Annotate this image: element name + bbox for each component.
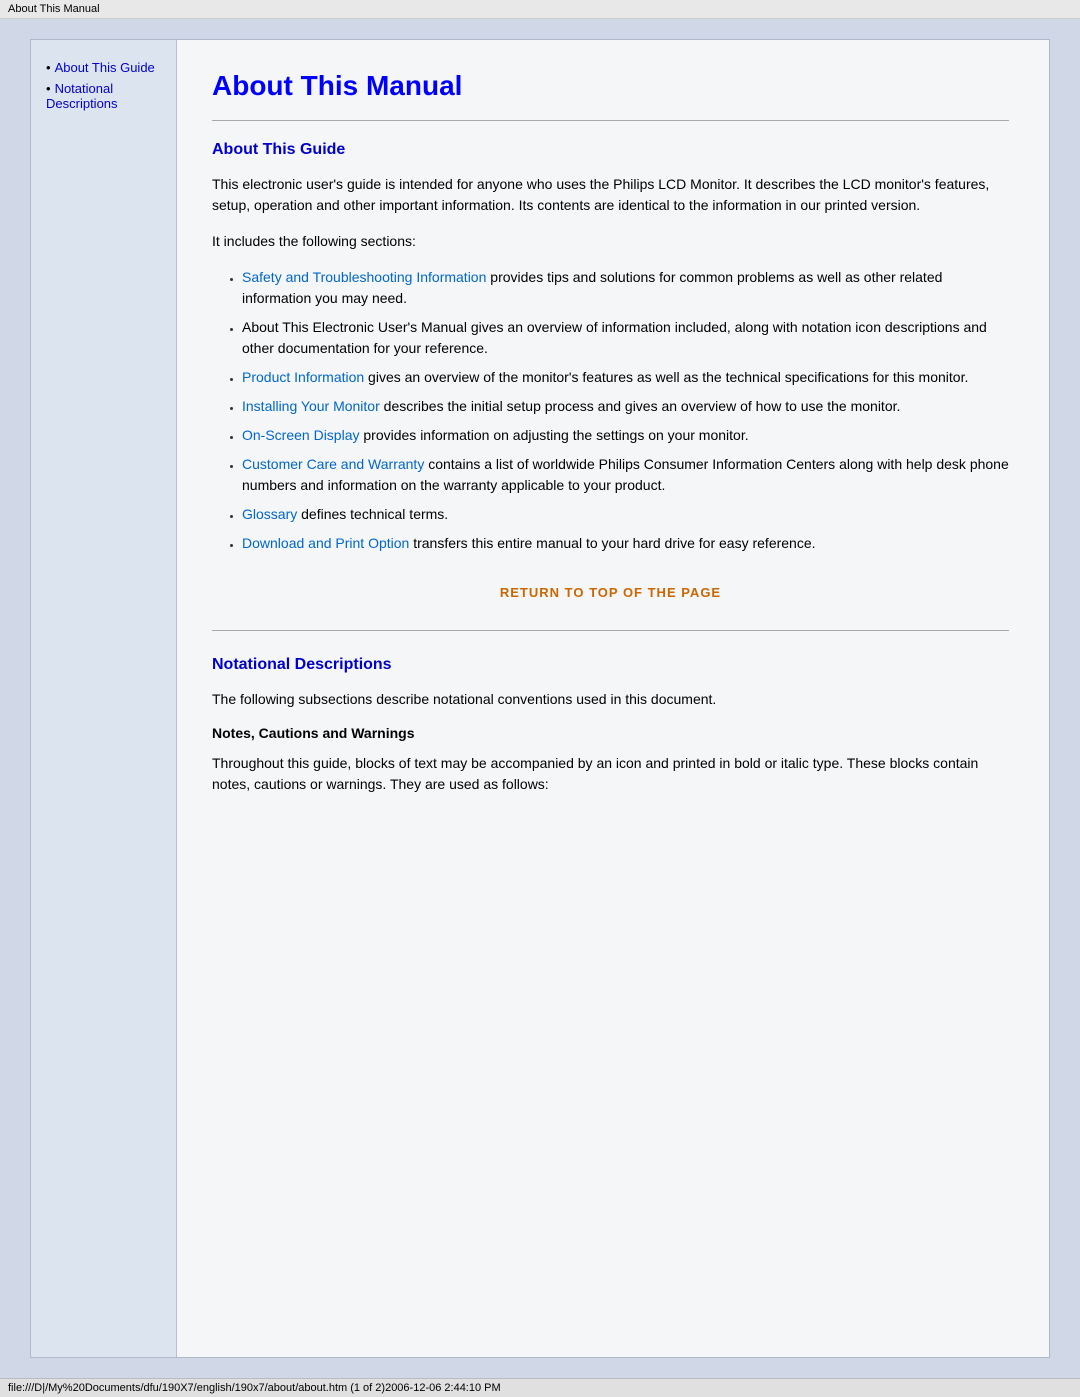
product-info-link[interactable]: Product Information [242,369,364,385]
about-guide-intro: This electronic user's guide is intended… [212,174,1009,216]
list-item: Safety and Troubleshooting Information p… [242,267,1009,309]
download-link[interactable]: Download and Print Option [242,535,409,551]
sidebar-link-notational[interactable]: Notational Descriptions [46,81,118,111]
list-item: Product Information gives an overview of… [242,367,1009,388]
list-item: Customer Care and Warranty contains a li… [242,454,1009,496]
list-item: Glossary defines technical terms. [242,504,1009,525]
return-to-top-link[interactable]: RETURN TO TOP OF THE PAGE [500,585,721,600]
bullet-list: Safety and Troubleshooting Information p… [242,267,1009,554]
sidebar-item-about-guide[interactable]: • About This Guide [46,60,166,75]
about-guide-title: About This Guide [212,141,1009,159]
notational-intro: The following subsections describe notat… [212,689,1009,710]
main-content: About This Manual About This Guide This … [176,40,1049,1357]
list-item: Download and Print Option transfers this… [242,533,1009,554]
title-bar-text: About This Manual [8,3,100,15]
page-title: About This Manual [212,70,1009,102]
bullet-icon: • [46,81,51,96]
customer-care-link[interactable]: Customer Care and Warranty [242,456,424,472]
section-divider [212,630,1009,631]
glossary-link[interactable]: Glossary [242,506,297,522]
main-wrapper: •About This Guide •Notational Descriptio… [0,19,1080,1378]
sidebar-link-about-guide[interactable]: About This Guide [55,60,155,75]
about-guide-section: About This Guide This electronic user's … [212,141,1009,600]
list-item: Installing Your Monitor describes the in… [242,396,1009,417]
status-bar-text: file:///D|/My%20Documents/dfu/190X7/engl… [8,1382,501,1394]
notational-title: Notational Descriptions [212,656,1009,674]
status-bar: file:///D|/My%20Documents/dfu/190X7/engl… [0,1378,1080,1397]
title-divider [212,120,1009,121]
title-bar: About This Manual [0,0,1080,19]
sidebar-item-notational[interactable]: •Notational Descriptions [46,81,166,111]
return-to-top[interactable]: RETURN TO TOP OF THE PAGE [212,584,1009,600]
notes-cautions-title: Notes, Cautions and Warnings [212,725,1009,741]
notes-cautions-text: Throughout this guide, blocks of text ma… [212,753,1009,795]
safety-link[interactable]: Safety and Troubleshooting Information [242,269,486,285]
about-guide-includes: It includes the following sections: [212,231,1009,252]
sidebar: •About This Guide •Notational Descriptio… [31,40,176,1357]
notational-section: Notational Descriptions The following su… [212,656,1009,795]
bullet-icon: • [46,60,51,75]
list-item: About This Electronic User's Manual give… [242,317,1009,359]
list-item: On-Screen Display provides information o… [242,425,1009,446]
installing-link[interactable]: Installing Your Monitor [242,398,380,414]
content-area: •About This Guide •Notational Descriptio… [30,39,1050,1358]
osd-link[interactable]: On-Screen Display [242,427,360,443]
